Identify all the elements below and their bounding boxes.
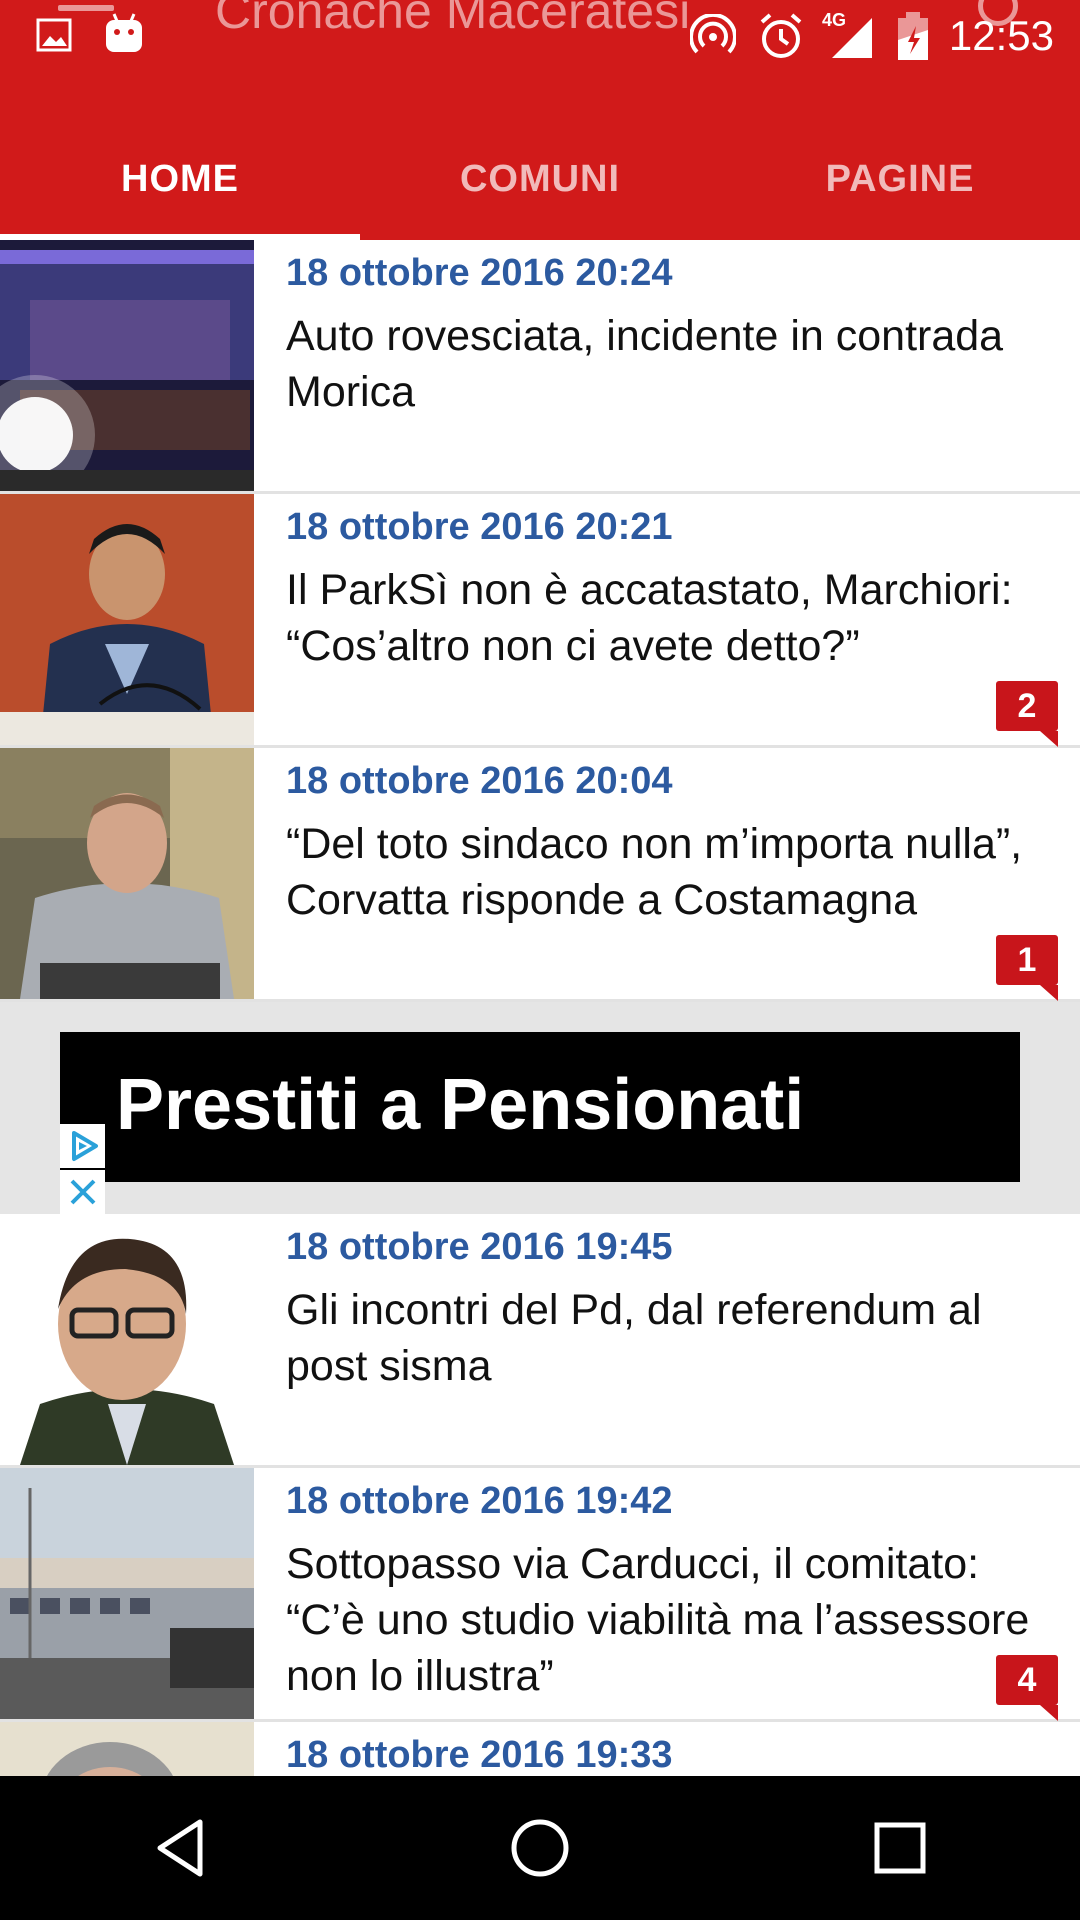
comment-count-badge[interactable]: 4 <box>996 1655 1058 1721</box>
status-time: 12:53 <box>948 12 1054 59</box>
alarm-icon <box>758 12 804 65</box>
status-bar: 4G 12:53 <box>0 0 1080 75</box>
tab-bar: HOME COMUNI PAGINE <box>0 118 1080 240</box>
screen: Cronache Maceratesi 4G 12:53 HOME COMUNI… <box>0 0 1080 1920</box>
svg-text:4G: 4G <box>822 10 846 30</box>
list-item[interactable]: 18 ottobre 2016 19:42 Sottopasso via Car… <box>0 1468 1080 1722</box>
article-date: 18 ottobre 2016 20:04 <box>286 760 673 802</box>
android-icon <box>104 12 144 61</box>
ad-close-icon[interactable] <box>60 1170 105 1214</box>
recents-icon[interactable] <box>850 1798 950 1898</box>
article-title: Sottopasso via Carducci, il comitato: “C… <box>286 1540 1030 1700</box>
article-date: 18 ottobre 2016 19:33 <box>286 1734 673 1776</box>
article-title: Gli incontri del Pd, dal referendum al p… <box>286 1286 982 1390</box>
list-item[interactable]: 18 ottobre 2016 20:21 Il ParkSì non è ac… <box>0 494 1080 748</box>
article-thumbnail <box>0 748 254 999</box>
article-thumbnail <box>0 494 254 745</box>
article-title: Il ParkSì non è accatastato, Marchiori: … <box>286 566 1013 670</box>
news-feed: 18 ottobre 2016 20:24 Auto rovesciata, i… <box>0 240 1080 1920</box>
system-nav-bar <box>0 1776 1080 1920</box>
tab-pagine[interactable]: PAGINE <box>720 118 1080 240</box>
battery-icon <box>896 12 930 65</box>
app-bar: Cronache Maceratesi 4G 12:53 HOME COMUNI… <box>0 0 1080 240</box>
home-icon[interactable] <box>490 1798 590 1898</box>
article-date: 18 ottobre 2016 20:24 <box>286 252 673 294</box>
list-item[interactable]: 18 ottobre 2016 19:45 Gli incontri del P… <box>0 1214 1080 1468</box>
tab-home[interactable]: HOME <box>0 118 360 240</box>
list-item[interactable]: 18 ottobre 2016 20:24 Auto rovesciata, i… <box>0 240 1080 494</box>
back-icon[interactable] <box>130 1798 230 1898</box>
article-title: “Del toto sindaco non m’importa nulla”, … <box>286 820 1023 924</box>
article-date: 18 ottobre 2016 19:42 <box>286 1480 673 1522</box>
gallery-icon <box>36 18 72 57</box>
article-date: 18 ottobre 2016 19:45 <box>286 1226 673 1268</box>
ad-choices-icon[interactable] <box>60 1124 105 1168</box>
article-title: Auto rovesciata, incidente in contrada M… <box>286 312 1004 416</box>
tab-comuni[interactable]: COMUNI <box>360 118 720 240</box>
article-thumbnail <box>0 240 254 491</box>
hotspot-icon <box>689 12 737 65</box>
signal-icon: 4G <box>822 10 876 65</box>
comment-count-badge[interactable]: 1 <box>996 935 1058 1001</box>
article-thumbnail <box>0 1468 254 1719</box>
ad-banner[interactable]: Prestiti a Pensionati <box>0 1002 1080 1214</box>
list-item[interactable]: 18 ottobre 2016 20:04 “Del toto sindaco … <box>0 748 1080 1002</box>
article-thumbnail <box>0 1214 254 1465</box>
comment-count-badge[interactable]: 2 <box>996 681 1058 747</box>
ad-text[interactable]: Prestiti a Pensionati <box>116 1064 804 1146</box>
article-date: 18 ottobre 2016 20:21 <box>286 506 673 548</box>
